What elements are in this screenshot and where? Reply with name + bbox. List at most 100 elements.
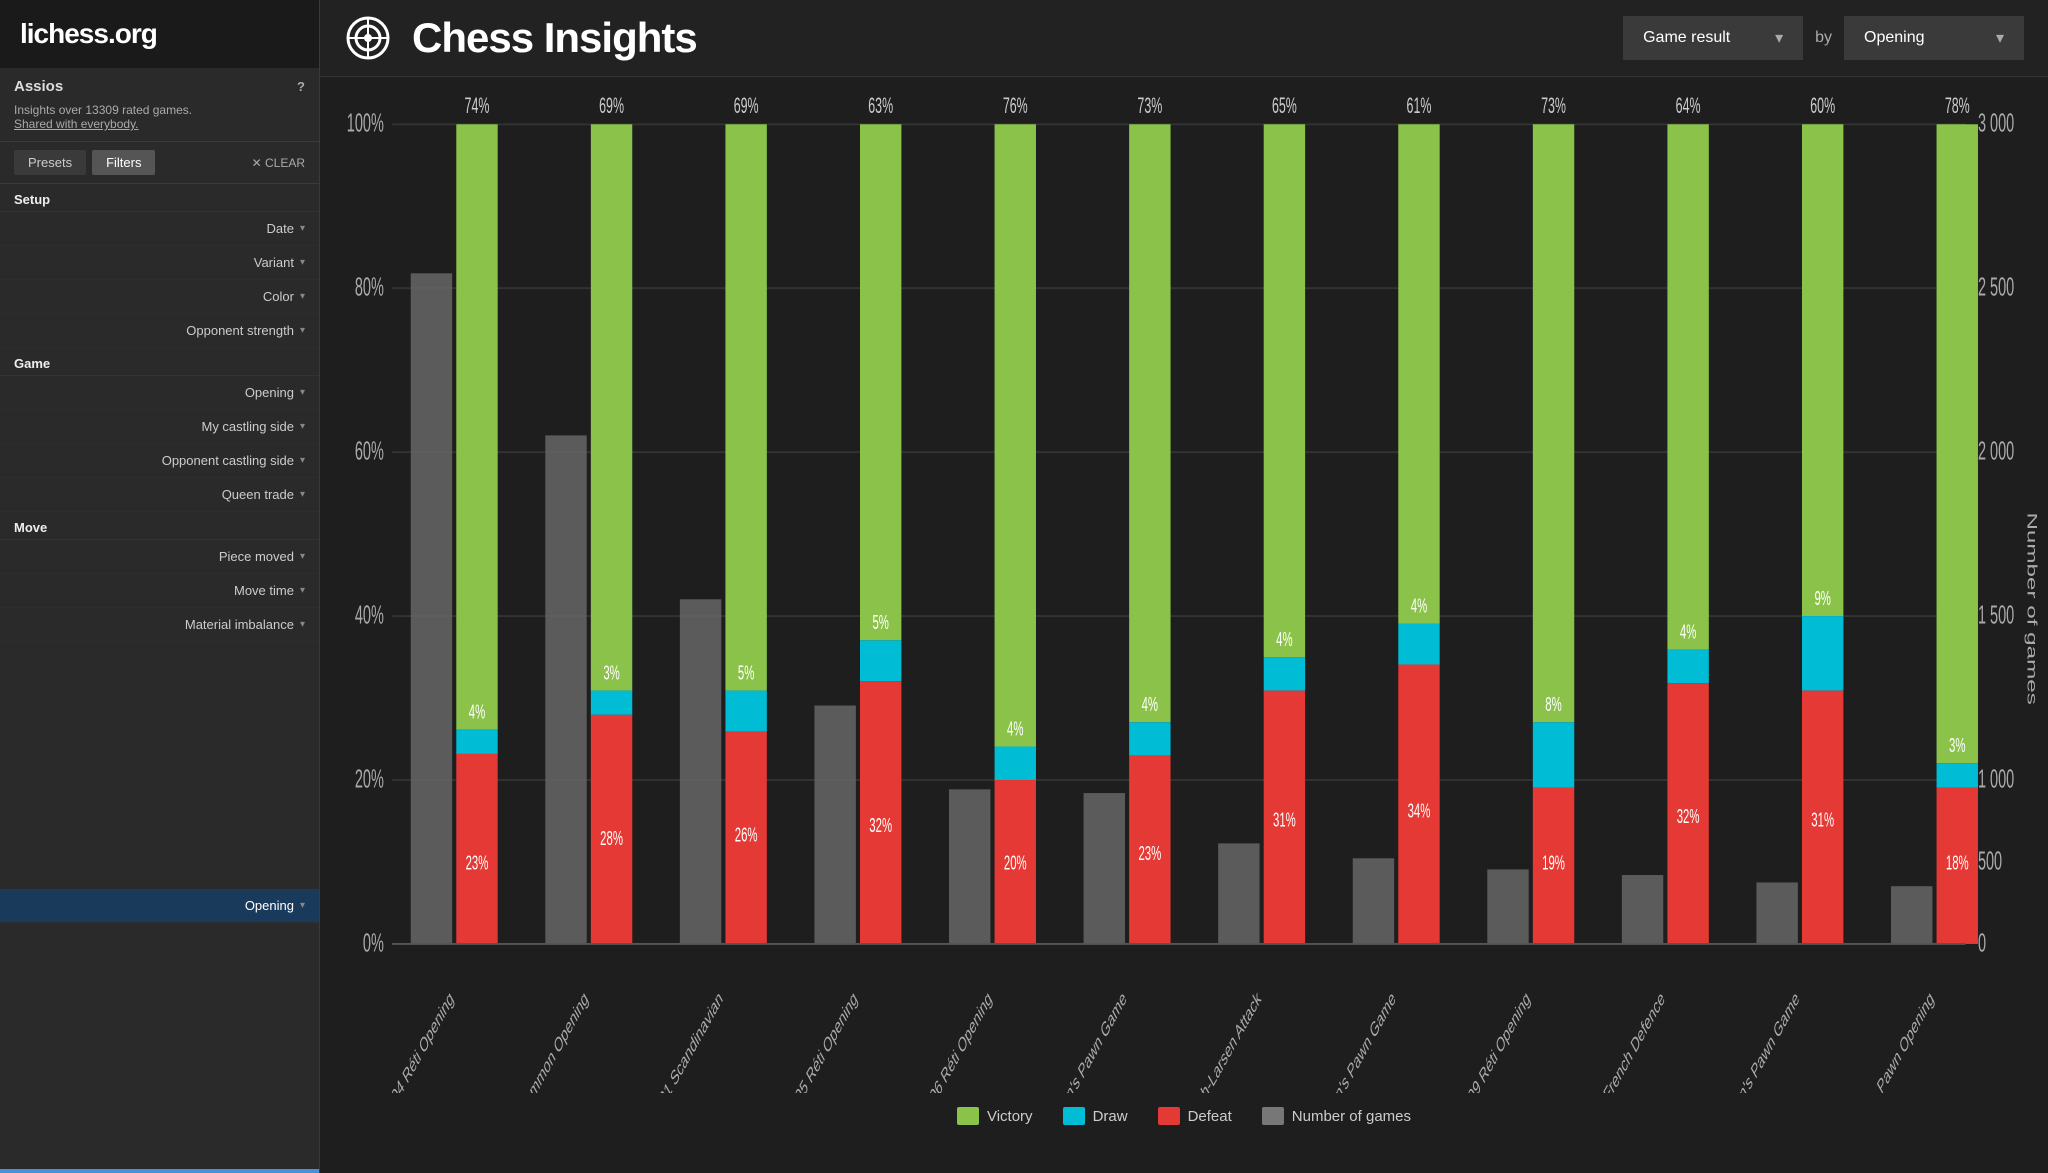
insights-count: Insights over 13309 rated games.	[14, 103, 305, 117]
defeat-color-box	[1158, 1107, 1180, 1125]
tab-presets[interactable]: Presets	[14, 150, 86, 175]
svg-text:73%: 73%	[1137, 93, 1162, 118]
chevron-down-icon: ▾	[300, 455, 305, 466]
svg-text:B01 Scandinavian: B01 Scandinavian	[651, 987, 725, 1093]
svg-text:A05 Réti Opening: A05 Réti Opening	[787, 987, 860, 1093]
filter-material-imbalance[interactable]: Material imbalance ▾	[0, 608, 319, 642]
svg-text:4%: 4%	[1142, 693, 1159, 716]
svg-text:5%: 5%	[872, 611, 889, 634]
svg-text:23%: 23%	[466, 851, 489, 874]
filter-opponent-strength[interactable]: Opponent strength ▾	[0, 314, 319, 348]
dimension-label: Opening	[1864, 29, 1925, 47]
filter-piece-moved[interactable]: Piece moved ▾	[0, 540, 319, 574]
svg-text:A46 Queen's Pawn Game: A46 Queen's Pawn Game	[1296, 987, 1398, 1093]
svg-text:Number of games: Number of games	[2024, 512, 2038, 705]
svg-text:32%: 32%	[1677, 804, 1700, 827]
svg-text:23%: 23%	[1138, 842, 1161, 865]
victory-color-box	[957, 1107, 979, 1125]
main-content: Chess Insights Game result ▾ by Opening …	[320, 0, 2048, 1173]
svg-text:32%: 32%	[869, 814, 892, 837]
svg-text:60%: 60%	[1810, 93, 1835, 118]
chevron-down-icon: ▾	[300, 257, 305, 268]
chevron-down-icon: ▾	[300, 421, 305, 432]
svg-text:3%: 3%	[603, 661, 620, 684]
chevron-down-icon: ▾	[300, 325, 305, 336]
filter-variant[interactable]: Variant ▾	[0, 246, 319, 280]
defeat-label: Defeat	[1188, 1108, 1232, 1125]
svg-text:63%: 63%	[868, 93, 893, 118]
header-controls: Game result ▾ by Opening ▾	[1623, 16, 2024, 60]
svg-text:8%: 8%	[1545, 693, 1562, 716]
draw-label: Draw	[1093, 1108, 1128, 1125]
filter-color[interactable]: Color ▾	[0, 280, 319, 314]
tab-filters[interactable]: Filters	[92, 150, 155, 175]
filter-opening[interactable]: Opening ▾	[0, 376, 319, 410]
svg-text:3 000: 3 000	[1978, 109, 2014, 137]
svg-text:2 500: 2 500	[1978, 273, 2014, 301]
page-title: Chess Insights	[412, 14, 697, 62]
svg-text:80%: 80%	[355, 273, 384, 301]
victory-label: Victory	[987, 1108, 1033, 1125]
svg-text:18%: 18%	[1946, 851, 1969, 874]
svg-text:60%: 60%	[355, 437, 384, 465]
chevron-down-icon: ▾	[300, 619, 305, 630]
move-section-header: Move	[0, 512, 319, 540]
svg-text:26%: 26%	[735, 823, 758, 846]
svg-text:4%: 4%	[1007, 717, 1024, 740]
chart-legend: Victory Draw Defeat Number of games	[330, 1093, 2038, 1135]
filter-active-opening[interactable]: Opening ▾	[0, 889, 319, 923]
metric-dropdown[interactable]: Game result ▾	[1623, 16, 1803, 60]
bottom-indicator	[0, 1169, 319, 1173]
chevron-down-icon: ▾	[300, 585, 305, 596]
svg-text:69%: 69%	[599, 93, 624, 118]
svg-text:100%: 100%	[347, 109, 384, 137]
clear-button[interactable]: ✕ CLEAR	[252, 156, 305, 170]
target-icon	[344, 14, 392, 62]
svg-text:28%: 28%	[600, 827, 623, 850]
filter-opponent-castling[interactable]: Opponent castling side ▾	[0, 444, 319, 478]
setup-section-header: Setup	[0, 184, 319, 212]
filter-move-time[interactable]: Move time ▾	[0, 574, 319, 608]
site-logo[interactable]: lichess.org	[0, 0, 319, 68]
svg-text:B00 Uncommon King's Pawn Openi: B00 Uncommon King's Pawn Opening	[1791, 987, 1937, 1093]
metric-label: Game result	[1643, 29, 1730, 47]
svg-text:4%: 4%	[1411, 594, 1428, 617]
legend-victory: Victory	[957, 1107, 1033, 1125]
chart-container: 100% 80% 60% 40% 20% 0% 3 000 2 500 2 00…	[330, 87, 2038, 1093]
filter-queen-trade[interactable]: Queen trade ▾	[0, 478, 319, 512]
svg-text:65%: 65%	[1272, 93, 1297, 118]
svg-text:1 500: 1 500	[1978, 601, 2014, 629]
dimension-dropdown[interactable]: Opening ▾	[1844, 16, 2024, 60]
chevron-down-icon: ▾	[300, 551, 305, 562]
username: Assios	[14, 78, 63, 95]
sidebar-info: Insights over 13309 rated games. Shared …	[0, 99, 319, 142]
svg-text:40%: 40%	[355, 601, 384, 629]
svg-text:500: 500	[1978, 847, 2002, 875]
svg-text:61%: 61%	[1407, 93, 1432, 118]
help-button[interactable]: ?	[297, 79, 305, 94]
svg-text:0: 0	[1978, 929, 1986, 957]
svg-text:4%: 4%	[1276, 627, 1293, 650]
legend-num-games: Number of games	[1262, 1107, 1411, 1125]
chevron-down-icon: ▾	[300, 387, 305, 398]
chevron-down-icon: ▾	[300, 900, 305, 911]
svg-text:A01 Nimzovich-Larsen Attack: A01 Nimzovich-Larsen Attack	[1149, 986, 1264, 1093]
games-color-box	[1262, 1107, 1284, 1125]
svg-text:1 000: 1 000	[1978, 765, 2014, 793]
svg-text:34%: 34%	[1408, 799, 1431, 822]
svg-text:31%: 31%	[1811, 808, 1834, 831]
chevron-down-icon: ▾	[1996, 28, 2004, 48]
legend-draw: Draw	[1063, 1107, 1128, 1125]
svg-text:A40 Queen's Pawn Game: A40 Queen's Pawn Game	[1700, 987, 1802, 1093]
sidebar: lichess.org Assios ? Insights over 13309…	[0, 0, 320, 1173]
svg-text:2 000: 2 000	[1978, 437, 2014, 465]
svg-text:64%: 64%	[1676, 93, 1701, 118]
filter-date[interactable]: Date ▾	[0, 212, 319, 246]
chevron-down-icon: ▾	[300, 223, 305, 234]
shared-link[interactable]: Shared with everybody.	[14, 117, 139, 131]
svg-text:A09 Réti Opening: A09 Réti Opening	[1460, 987, 1533, 1093]
by-label: by	[1815, 29, 1832, 47]
svg-text:20%: 20%	[1004, 851, 1027, 874]
svg-text:20%: 20%	[355, 765, 384, 793]
filter-my-castling[interactable]: My castling side ▾	[0, 410, 319, 444]
